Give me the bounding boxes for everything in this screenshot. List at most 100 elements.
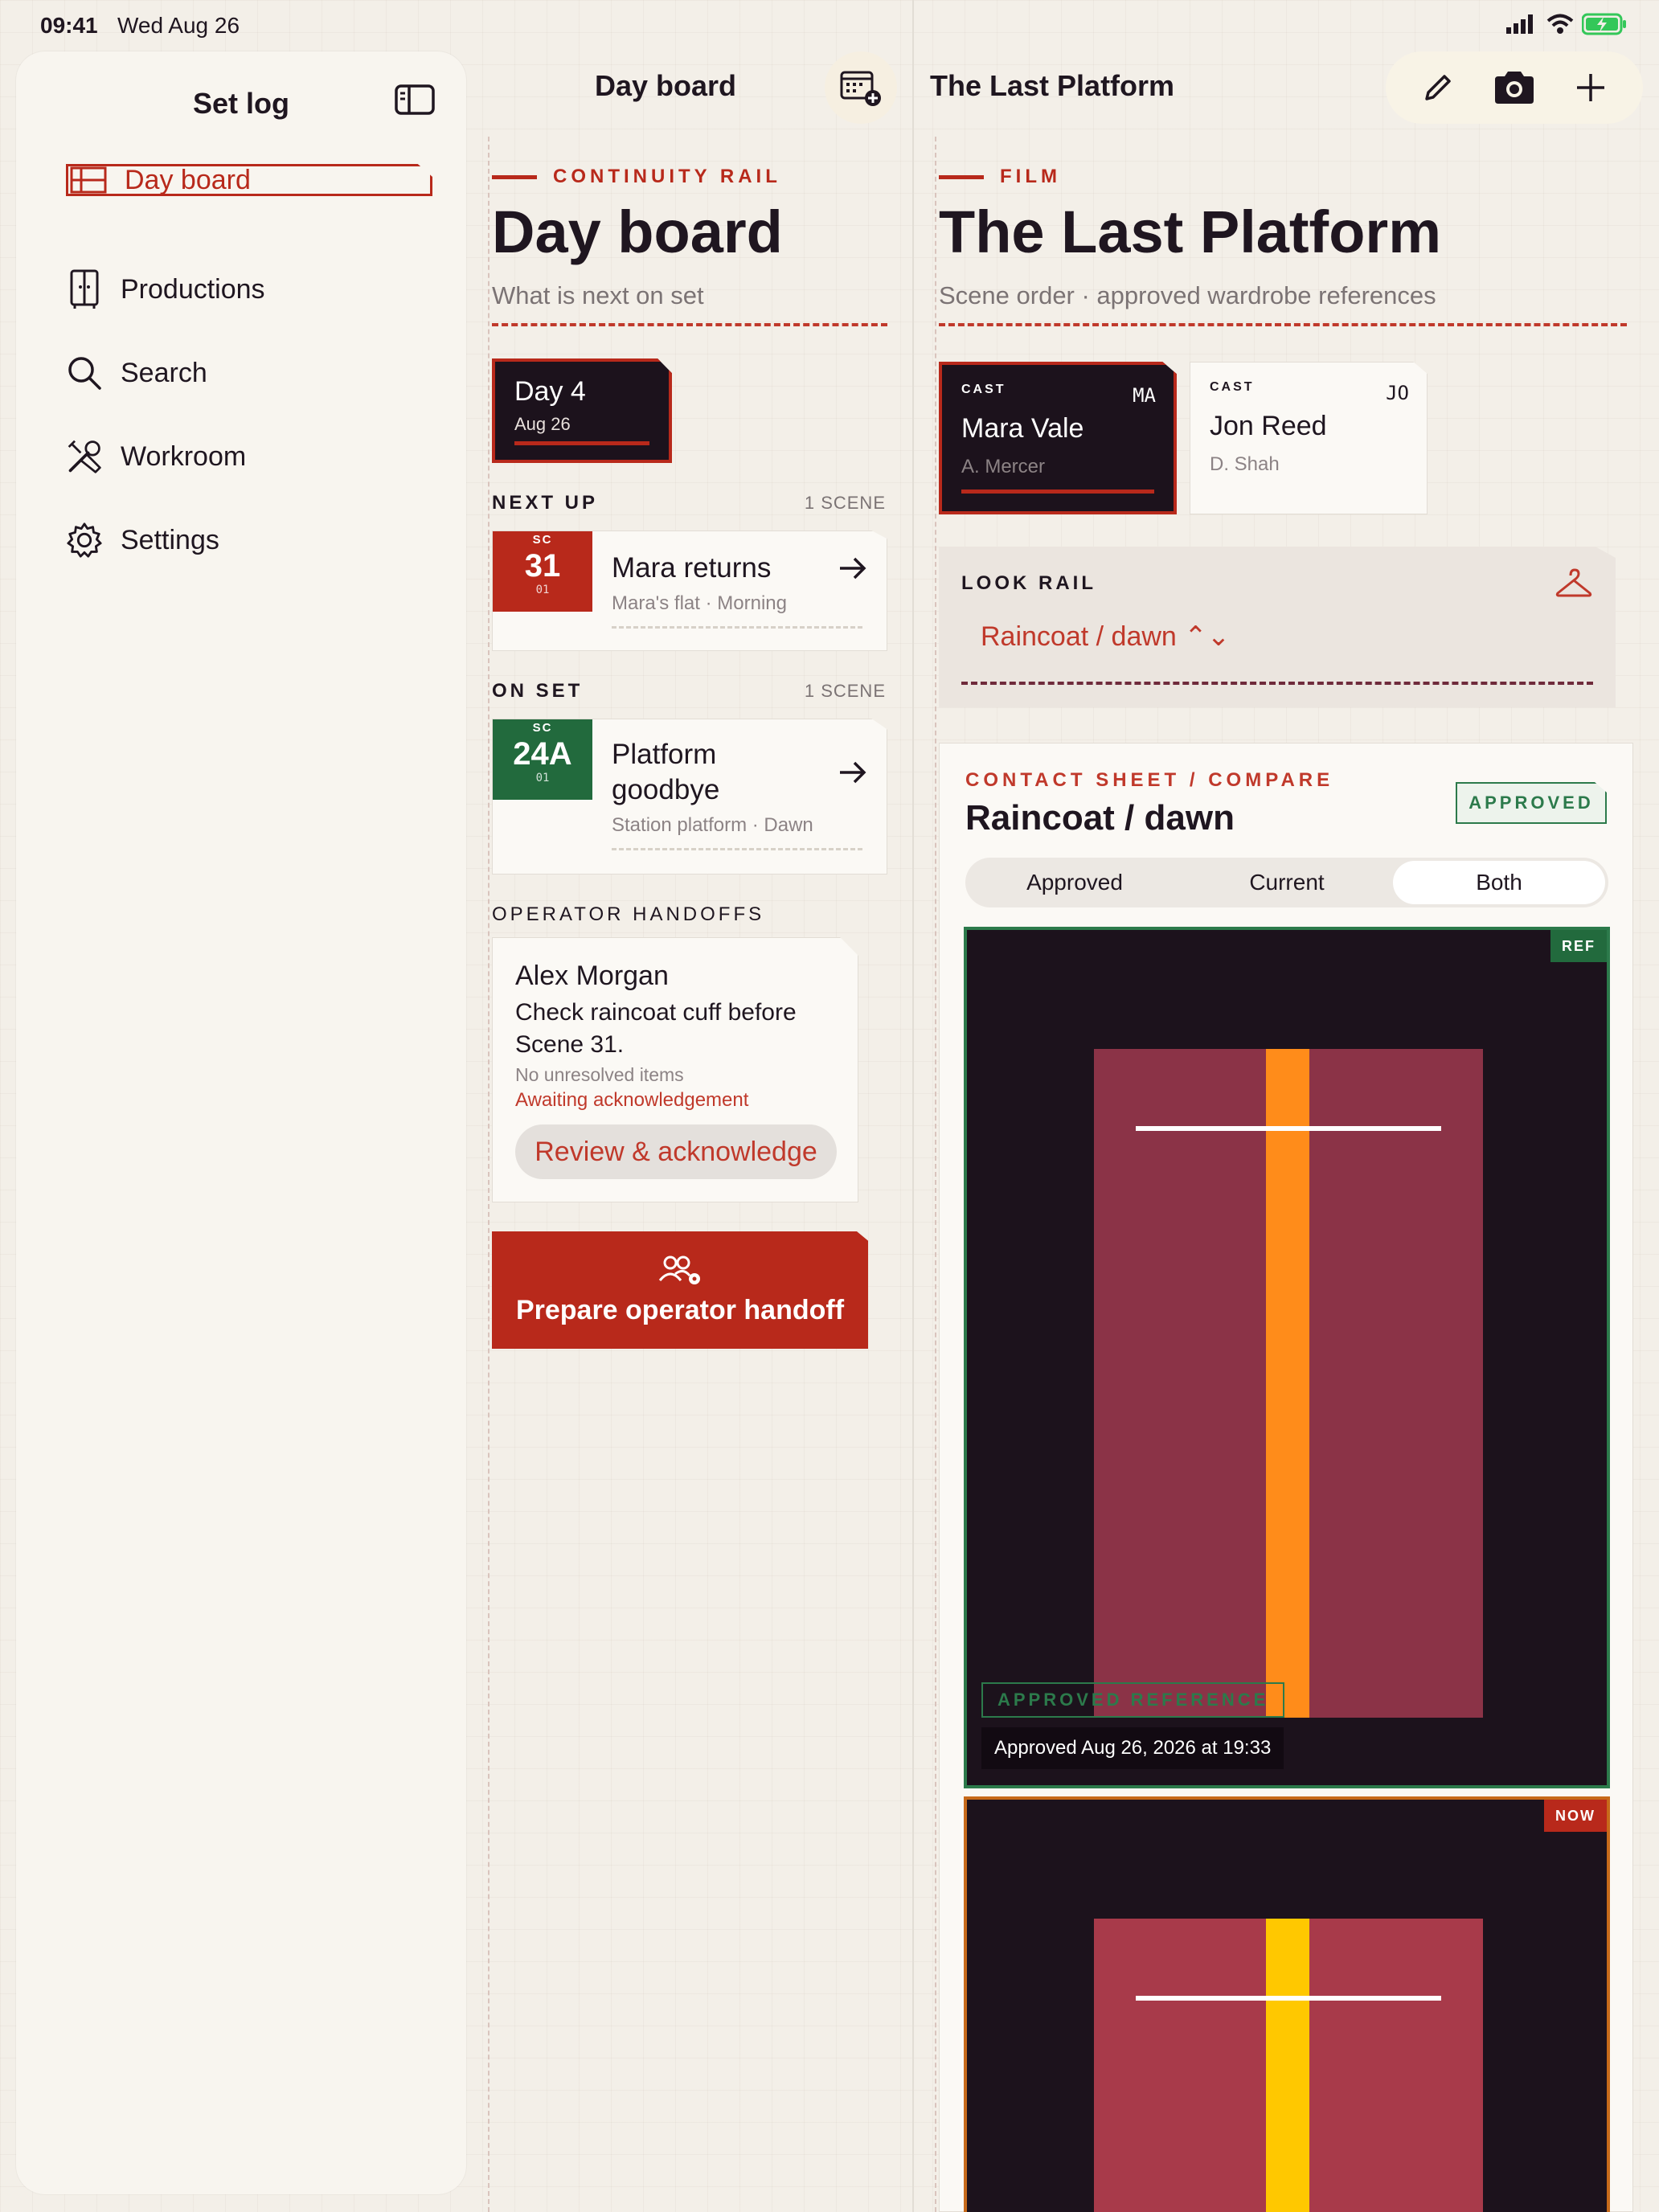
handoff-operator-name: Alex Morgan	[515, 961, 669, 991]
scene-take: 01	[535, 584, 550, 596]
battery-charging-icon	[1582, 13, 1626, 35]
arrow-right-icon	[840, 761, 866, 784]
scene-badge-sc: SC	[532, 721, 553, 735]
film-subtitle: Scene order · approved wardrobe referenc…	[939, 281, 1436, 309]
sidebar-item-label: Day board	[125, 164, 251, 195]
scene-meta: Mara's flat · Morning	[612, 592, 787, 614]
frame-tag-ref: REF	[1550, 930, 1607, 962]
sidebar-item-search[interactable]: Search	[66, 347, 207, 399]
look-rail-label: LOOK RAIL	[961, 572, 1096, 594]
column-divider	[912, 0, 914, 2212]
title-rule	[939, 323, 1627, 326]
day-board-icon	[70, 166, 107, 195]
wardrobe-icon	[66, 269, 103, 309]
compare-segmented-control: Approved Current Both	[965, 858, 1608, 907]
scene-number: 31	[524, 548, 561, 584]
film-title: The Last Platform	[939, 199, 1441, 265]
handoff-card: Alex Morgan Check raincoat cuff before S…	[492, 937, 858, 1202]
sidebar-item-productions[interactable]: Productions	[66, 264, 265, 315]
sidebar-item-day-board[interactable]: Day board	[66, 164, 432, 196]
raincoat-stripe	[1266, 1049, 1309, 1718]
review-acknowledge-button[interactable]: Review & acknowledge	[515, 1124, 837, 1179]
middle-eyebrow-text: CONTINUITY RAIL	[553, 166, 781, 187]
sidebar-item-label: Search	[121, 357, 207, 388]
cast-selected-underline	[961, 490, 1154, 494]
status-date: Wed Aug 26	[117, 13, 240, 38]
right-eyebrow-text: FILM	[1000, 166, 1061, 187]
sidebar-item-label: Settings	[121, 524, 219, 555]
rail-guide-right	[935, 137, 936, 2212]
scene-title-line-1: Platform	[612, 739, 717, 770]
day-chip-date: Aug 26	[514, 414, 571, 434]
eyebrow-bar	[492, 174, 537, 179]
cellular-signal-icon	[1506, 14, 1533, 34]
camera-icon	[1494, 72, 1534, 104]
camera-button[interactable]	[1486, 59, 1542, 116]
day-chip-underline	[514, 441, 649, 445]
cast-actor: A. Mercer	[961, 456, 1046, 477]
sidebar-item-workroom[interactable]: Workroom	[66, 431, 246, 482]
gear-icon	[66, 522, 103, 559]
plus-icon	[1576, 74, 1604, 101]
prepare-handoff-label: Prepare operator handoff	[515, 1294, 845, 1325]
eyebrow-bar	[939, 174, 984, 179]
scene-title-line-2: goodbye	[612, 774, 720, 805]
reference-frame[interactable]: REF APPROVED REFERENCE Approved Aug 26, …	[964, 927, 1610, 1788]
wifi-icon	[1546, 14, 1574, 34]
on-set-header: ON SET 1 SCENE	[492, 680, 886, 703]
handoff-status: No unresolved items	[515, 1064, 684, 1085]
cast-name: Mara Vale	[961, 413, 1084, 444]
segment-both[interactable]: Both	[1393, 861, 1605, 904]
arrow-right-icon	[840, 557, 866, 580]
operator-handoffs-label: OPERATOR HANDOFFS	[492, 903, 765, 925]
cast-card-mara[interactable]: CAST MA Mara Vale A. Mercer	[939, 362, 1177, 514]
scene-meta: Station platform · Dawn	[612, 814, 813, 836]
edit-button[interactable]	[1410, 59, 1466, 116]
scene-card-next-up[interactable]: SC 31 01 Mara returns Mara's flat · Morn…	[492, 530, 887, 651]
middle-header-title: Day board	[595, 69, 737, 102]
approved-badge: APPROVED	[1456, 782, 1607, 824]
prepare-handoff-button[interactable]: Prepare operator handoff	[492, 1231, 868, 1349]
contact-sheet-title: Raincoat / dawn	[965, 798, 1235, 838]
add-day-button[interactable]	[825, 51, 897, 124]
hanger-icon	[1555, 568, 1592, 597]
scene-take: 01	[535, 772, 550, 784]
cast-initials: JO	[1386, 382, 1409, 404]
cast-kind: CAST	[1210, 380, 1255, 394]
sidebar-item-settings[interactable]: Settings	[66, 514, 219, 566]
status-icons	[1506, 13, 1627, 35]
scene-rule	[612, 626, 862, 629]
current-frame[interactable]: NOW	[964, 1796, 1610, 2212]
tools-icon	[66, 438, 103, 475]
look-selector[interactable]: Raincoat / dawn ⌃⌄	[981, 621, 1230, 653]
look-rail: LOOK RAIL Raincoat / dawn ⌃⌄	[939, 547, 1616, 707]
raincoat-stripe	[1266, 1919, 1309, 2212]
cast-name: Jon Reed	[1210, 411, 1327, 441]
contact-sheet: CONTACT SHEET / COMPARE Raincoat / dawn …	[939, 743, 1633, 2212]
segment-approved[interactable]: Approved	[969, 861, 1181, 904]
segment-current[interactable]: Current	[1181, 861, 1393, 904]
cast-kind: CAST	[961, 383, 1006, 396]
raincoat-band	[1136, 1996, 1441, 2001]
right-eyebrow: FILM	[939, 166, 1061, 188]
scene-card-on-set[interactable]: SC 24A 01 Platform goodbye Station platf…	[492, 719, 887, 875]
sidebar-toggle-button[interactable]	[394, 84, 436, 116]
next-up-count: 1 SCENE	[804, 493, 886, 513]
title-rule	[492, 323, 887, 326]
handoff-awaiting: Awaiting acknowledgement	[515, 1089, 749, 1111]
scene-rule	[612, 848, 862, 850]
cast-actor: D. Shah	[1210, 453, 1280, 475]
sidebar-item-label: Productions	[121, 273, 265, 305]
cast-card-jon[interactable]: CAST JO Jon Reed D. Shah	[1190, 362, 1428, 514]
sidebar-item-label: Workroom	[121, 440, 247, 472]
next-up-header: NEXT UP 1 SCENE	[492, 492, 886, 514]
sidebar: Set log Day board Productions Search Wor…	[16, 51, 466, 2194]
rail-guide-left	[488, 137, 490, 2212]
next-up-label: NEXT UP	[492, 492, 599, 514]
page-title: Day board	[492, 199, 783, 265]
day-chip[interactable]: Day 4 Aug 26	[492, 358, 672, 463]
add-button[interactable]	[1563, 59, 1619, 116]
page-subtitle: What is next on set	[492, 281, 704, 309]
toolbar	[1386, 51, 1643, 124]
middle-eyebrow: CONTINUITY RAIL	[492, 166, 781, 188]
